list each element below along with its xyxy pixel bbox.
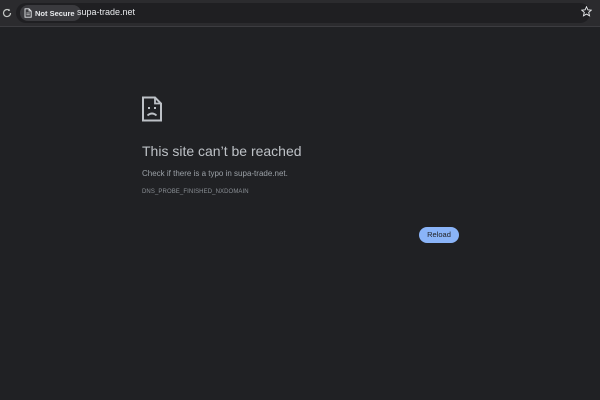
address-bar[interactable]: Not Secure supa-trade.net	[16, 3, 592, 23]
not-secure-label: Not Secure	[35, 8, 75, 18]
sad-document-icon	[142, 96, 162, 122]
url-text[interactable]: supa-trade.net	[77, 7, 135, 17]
security-chip[interactable]: Not Secure	[20, 5, 81, 21]
browser-toolbar: Not Secure supa-trade.net	[0, 0, 600, 26]
error-message: Check if there is a typo in supa-trade.n…	[142, 169, 288, 178]
page-icon	[24, 8, 32, 18]
star-icon[interactable]	[581, 6, 592, 17]
reload-icon[interactable]	[1, 7, 13, 19]
error-code: DNS_PROBE_FINISHED_NXDOMAIN	[142, 189, 249, 195]
reload-button[interactable]: Reload	[419, 227, 459, 243]
error-page	[0, 27, 600, 400]
page-title: This site can’t be reached	[142, 143, 302, 159]
